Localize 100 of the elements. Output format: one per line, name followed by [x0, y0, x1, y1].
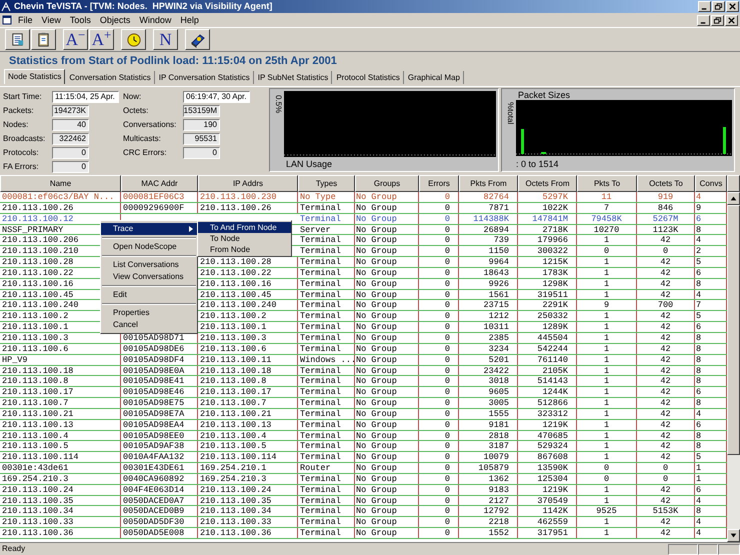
menu-item[interactable]: To And From Node	[198, 222, 291, 233]
table-cell: 0	[419, 517, 459, 528]
clock-icon	[126, 32, 140, 46]
menu-item[interactable]: File	[15, 16, 36, 24]
table-cell: 42	[637, 420, 695, 430]
table-cell: 0	[419, 214, 459, 224]
clipboard-icon	[36, 32, 51, 47]
table-cell: 867608	[518, 452, 577, 462]
table-cell: 1	[577, 528, 637, 538]
table-cell: 210.113.100.33	[0, 517, 121, 528]
table-cell: 0	[419, 430, 459, 440]
column-header[interactable]: Groups	[355, 175, 419, 192]
menu-item[interactable]: Help	[177, 16, 202, 24]
column-header[interactable]: IP Addrs	[198, 175, 298, 192]
restore-icon[interactable]	[711, 14, 724, 26]
toolbar-button[interactable]	[121, 29, 146, 50]
table-cell: 462559	[518, 517, 577, 528]
table-cell: 42	[637, 484, 695, 495]
table-cell: 0	[419, 420, 459, 430]
table-cell: HP_V9	[0, 354, 121, 364]
menu-item[interactable]: Trace	[101, 223, 197, 235]
column-header[interactable]: MAC Addr	[121, 175, 198, 192]
window-title: Chevin TeVISTA - [TVM: Nodes. HPWIN2 via Visibility Agent]	[14, 2, 272, 11]
table-cell: 42	[637, 528, 695, 538]
table-cell: 00105AD98E46	[121, 387, 198, 398]
restore-icon[interactable]	[712, 1, 725, 12]
table-cell: 42	[637, 235, 695, 246]
table-cell: 210.113.100.24	[198, 484, 298, 495]
table-cell: 42	[637, 376, 695, 386]
document-icon[interactable]	[2, 15, 12, 25]
toolbar-button[interactable]: N	[153, 29, 178, 50]
table-cell: 9926	[459, 278, 518, 289]
column-header[interactable]: Types	[298, 175, 355, 192]
scroll-thumb[interactable]	[727, 205, 740, 455]
menu-item[interactable]: Objects	[96, 16, 134, 24]
close-icon[interactable]	[725, 14, 738, 26]
close-icon[interactable]	[726, 1, 739, 12]
tab[interactable]: Node Statistics	[4, 69, 66, 84]
table-cell: 1123K	[637, 224, 695, 234]
column-header[interactable]: Convs	[695, 175, 727, 192]
table-cell: 12792	[459, 506, 518, 516]
table-cell: Terminal	[298, 268, 355, 278]
minimize-icon[interactable]	[697, 14, 710, 26]
table-cell: 00105AD98E75	[121, 398, 198, 408]
table-cell: No Group	[355, 257, 419, 267]
toolbar-button[interactable]	[5, 29, 30, 50]
toolbar-button[interactable]	[31, 29, 56, 50]
table-cell: 210.113.100.33	[198, 517, 298, 528]
scroll-down-icon[interactable]	[727, 529, 740, 542]
menu-item[interactable]: To Node	[198, 233, 291, 244]
text-size-label: N	[159, 31, 172, 48]
table-cell: 0050DAD5E008	[121, 528, 198, 538]
column-header[interactable]: Pkts To	[577, 175, 637, 192]
table-cell: 11	[577, 192, 637, 202]
column-header[interactable]: Errors	[419, 175, 459, 192]
column-header[interactable]: Pkts From	[459, 175, 518, 192]
table-cell: 1	[577, 354, 637, 364]
column-header[interactable]: Octets From	[518, 175, 577, 192]
table-cell: 23715	[459, 300, 518, 310]
column-header[interactable]: Name	[0, 175, 121, 192]
table-cell: Terminal	[298, 420, 355, 430]
table-cell: 0050DACED0A7	[121, 496, 198, 506]
toolbar-button[interactable]	[185, 29, 210, 50]
table-cell: 0	[419, 311, 459, 322]
table-cell: 0	[419, 474, 459, 484]
table-cell: 2818	[459, 430, 518, 440]
stat-value: 153159M	[183, 104, 220, 116]
table-cell: 179966	[518, 235, 577, 246]
menu-item[interactable]: Tools	[66, 16, 94, 24]
table-cell: 00105AD98E0A	[121, 366, 198, 376]
menu-item[interactable]: Window	[136, 16, 174, 24]
table-cell: 210.113.100.8	[0, 376, 121, 386]
table-cell: Terminal	[298, 366, 355, 376]
scroll-up-icon[interactable]	[727, 192, 740, 205]
table-cell: 512866	[518, 398, 577, 408]
table-cell: 210.113.100.26	[0, 202, 121, 213]
table-cell: 210.113.100.4	[0, 430, 121, 440]
menu-item[interactable]: From Node	[198, 244, 291, 255]
table-cell: Terminal	[298, 344, 355, 354]
table-cell: 42	[637, 344, 695, 354]
table-cell: No Group	[355, 496, 419, 506]
table-cell: 210.113.100.21	[0, 408, 121, 419]
table-cell: No Group	[355, 268, 419, 278]
table-cell: 1	[577, 290, 637, 300]
table-cell: 1	[577, 376, 637, 386]
table-cell: 0	[419, 290, 459, 300]
scrollbar[interactable]	[727, 192, 740, 542]
table-cell: 1289K	[518, 322, 577, 332]
table-cell: 13590K	[518, 463, 577, 473]
minimize-icon[interactable]	[698, 1, 711, 12]
table-cell: 1	[577, 452, 637, 462]
table-cell: 210.113.100.8	[198, 376, 298, 386]
table-cell: 0	[577, 463, 637, 473]
table-cell: 0	[419, 506, 459, 516]
table-cell: Terminal	[298, 290, 355, 300]
table-cell: 2127	[459, 496, 518, 506]
table-cell: No Group	[355, 322, 419, 332]
column-header[interactable]: Octets To	[637, 175, 695, 192]
table-cell: Terminal	[298, 214, 355, 224]
menu-item[interactable]: View	[38, 16, 64, 24]
